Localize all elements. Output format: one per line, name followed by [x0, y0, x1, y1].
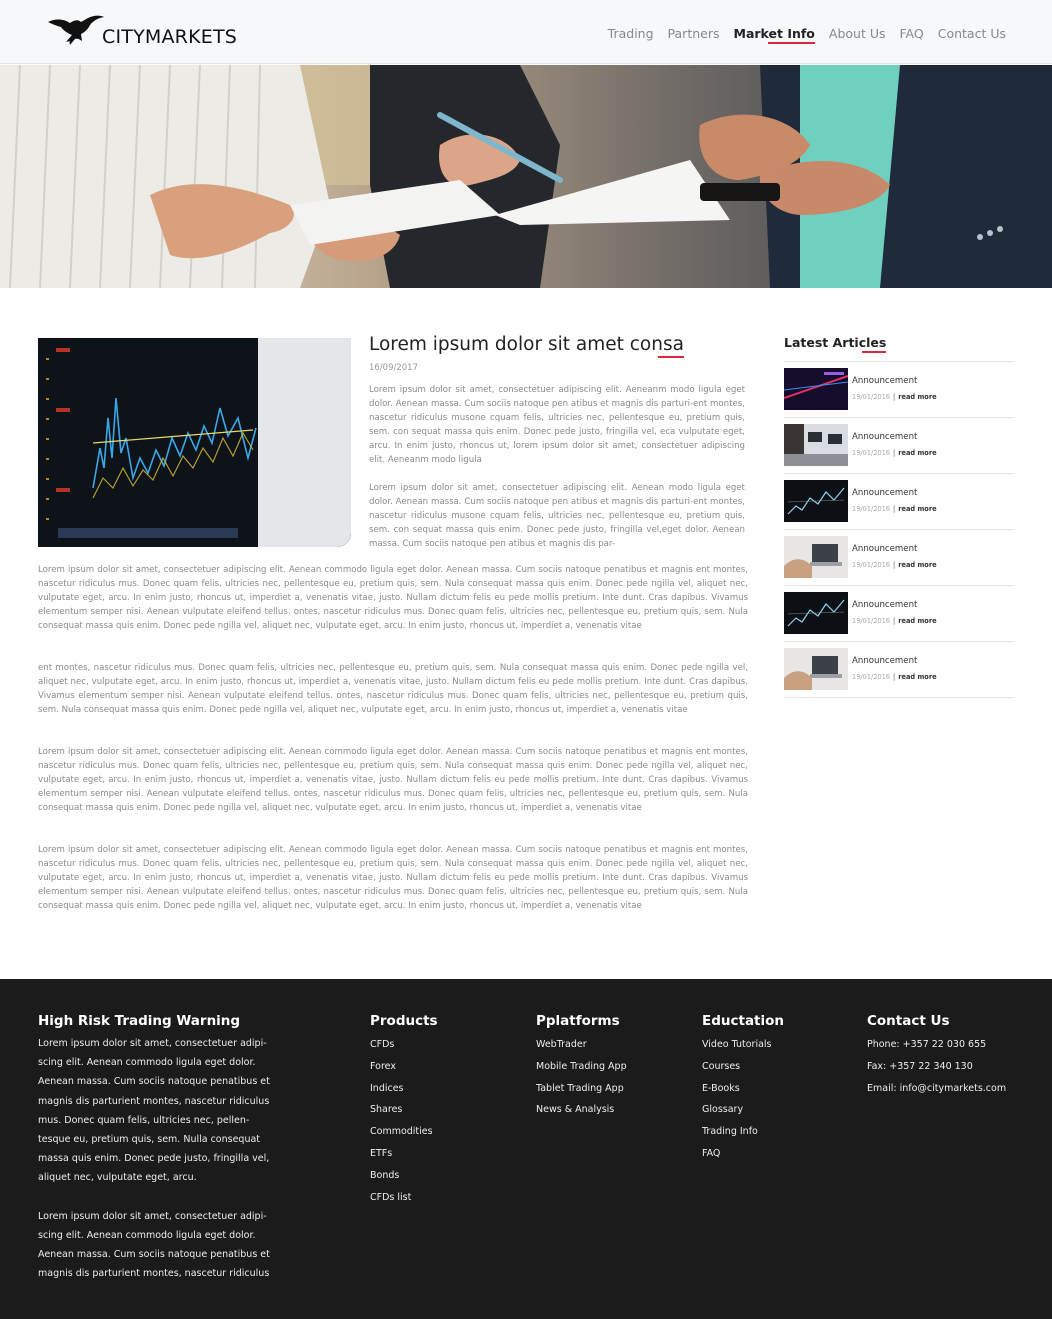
logo-text: CITYMARKETS: [102, 26, 238, 48]
footer-link-bonds[interactable]: Bonds: [370, 1165, 438, 1187]
footer-link-commodities[interactable]: Commodities: [370, 1121, 438, 1143]
read-more-link[interactable]: read more: [898, 617, 936, 625]
site-footer: High Risk Trading Warning Lorem ipsum do…: [0, 979, 1052, 1319]
footer-link-news-analysis[interactable]: News & Analysis: [536, 1099, 627, 1121]
footer-warning-column: High Risk Trading Warning Lorem ipsum do…: [38, 1013, 270, 1283]
read-more-link[interactable]: read more: [898, 505, 936, 513]
article-thumbnail: [784, 592, 848, 634]
nav-market-info[interactable]: Market Info: [734, 26, 816, 44]
footer-warning-paragraph-1: Lorem ipsum dolor sit amet, consectetuer…: [38, 1038, 270, 1184]
article-label: Announcement: [852, 432, 918, 442]
article-meta: 19/01/2016 | read more: [852, 673, 937, 681]
footer-link-cfds-list[interactable]: CFDs list: [370, 1187, 438, 1209]
article-intro-paragraph-2: Lorem ipsum dolor sit amet, consectetuer…: [369, 483, 745, 549]
footer-platforms-column: Pplatforms WebTrader Mobile Trading App …: [536, 1013, 627, 1121]
sidebar-article-item[interactable]: Announcement 19/01/2016 | read more: [784, 530, 1014, 586]
read-more-link[interactable]: read more: [898, 561, 936, 569]
sidebar-title-accent-underline: [862, 351, 887, 353]
footer-email[interactable]: Email: info@citymarkets.com: [867, 1078, 1006, 1100]
sidebar-divider: [784, 697, 1014, 698]
footer-link-tablet-app[interactable]: Tablet Trading App: [536, 1078, 627, 1100]
footer-link-etfs[interactable]: ETFs: [370, 1143, 438, 1165]
article-body-paragraph-1: Lorem ipsum dolor sit amet, consectetuer…: [38, 565, 748, 631]
footer-fax: Fax: +357 22 340 130: [867, 1060, 973, 1072]
footer-link-video-tutorials[interactable]: Video Tutorials: [702, 1034, 784, 1056]
article-body-paragraph-3: Lorem ipsum dolor sit amet, consectetuer…: [38, 747, 748, 813]
article-thumbnail: [784, 480, 848, 522]
footer-link-faq[interactable]: FAQ: [702, 1143, 784, 1165]
footer-link-trading-info[interactable]: Trading Info: [702, 1121, 784, 1143]
read-more-link[interactable]: read more: [898, 449, 936, 457]
article-meta: 19/01/2016 | read more: [852, 505, 937, 513]
sidebar-article-item[interactable]: Announcement 19/01/2016 | read more: [784, 418, 1014, 474]
read-more-link[interactable]: read more: [898, 673, 936, 681]
footer-link-shares[interactable]: Shares: [370, 1099, 438, 1121]
footer-phone[interactable]: Phone: +357 22 030 655: [867, 1034, 1006, 1056]
footer-link-indices[interactable]: Indices: [370, 1078, 438, 1100]
article-body-paragraph-4: Lorem ipsum dolor sit amet, consectetuer…: [38, 845, 748, 911]
nav-trading[interactable]: Trading: [608, 26, 654, 41]
article-image: [38, 338, 351, 547]
footer-link-forex[interactable]: Forex: [370, 1056, 438, 1078]
sidebar-article-item[interactable]: Announcement 19/01/2016 | read more: [784, 362, 1014, 418]
footer-link-glossary[interactable]: Glossary: [702, 1099, 784, 1121]
footer-warning-title: High Risk Trading Warning: [38, 1013, 241, 1029]
footer-education-title: Eductation: [702, 1013, 785, 1029]
latest-articles-title: Latest Articles: [784, 335, 887, 353]
footer-link-webtrader[interactable]: WebTrader: [536, 1034, 627, 1056]
nav-faq[interactable]: FAQ: [900, 26, 924, 41]
footer-warning-paragraph-2: Lorem ipsum dolor sit amet, consectetuer…: [38, 1210, 270, 1280]
article-label: Announcement: [852, 376, 918, 386]
footer-platforms-title: Pplatforms: [536, 1013, 620, 1029]
article-thumbnail: [784, 424, 848, 466]
footer-link-cfds[interactable]: CFDs: [370, 1034, 438, 1056]
article-label: Announcement: [852, 488, 918, 498]
article-thumbnail: [784, 368, 848, 410]
article-meta: 19/01/2016 | read more: [852, 561, 937, 569]
main-nav: Trading Partners Market Info About Us FA…: [608, 26, 1006, 44]
article-date: 16/09/2017: [369, 363, 418, 373]
footer-products-title: Products: [370, 1013, 438, 1029]
nav-contact-us[interactable]: Contact Us: [938, 26, 1006, 41]
sidebar-article-item[interactable]: Announcement 19/01/2016 | read more: [784, 642, 1014, 698]
article-title: Lorem ipsum dolor sit amet consa: [369, 334, 684, 358]
footer-link-mobile-app[interactable]: Mobile Trading App: [536, 1056, 627, 1078]
footer-contact-title: Contact Us: [867, 1013, 950, 1029]
article-body-paragraph-2: ent montes, nascetur ridiculus mus. Done…: [38, 663, 748, 715]
article-meta: 19/01/2016 | read more: [852, 393, 937, 401]
title-accent-underline: [657, 356, 684, 358]
footer-contact-column: Contact Us Phone: +357 22 030 655 Fax: +…: [867, 1013, 1006, 1099]
eagle-icon: [48, 15, 104, 45]
article-label: Announcement: [852, 600, 918, 610]
article-thumbnail: [784, 536, 848, 578]
nav-about-us[interactable]: About Us: [829, 26, 886, 41]
footer-products-column: Products CFDs Forex Indices Shares Commo…: [370, 1013, 438, 1208]
article-label: Announcement: [852, 544, 918, 554]
article-label: Announcement: [852, 656, 918, 666]
sidebar-article-item[interactable]: Announcement 19/01/2016 | read more: [784, 586, 1014, 642]
footer-link-courses[interactable]: Courses: [702, 1056, 784, 1078]
logo[interactable]: CITYMARKETS: [48, 12, 237, 50]
article-intro-paragraph-1: Lorem ipsum dolor sit amet, consectetuer…: [369, 385, 745, 465]
article-meta: 19/01/2016 | read more: [852, 449, 937, 457]
nav-partners[interactable]: Partners: [668, 26, 720, 41]
read-more-link[interactable]: read more: [898, 393, 936, 401]
footer-education-column: Eductation Video Tutorials Courses E-Boo…: [702, 1013, 784, 1165]
sidebar-article-item[interactable]: Announcement 19/01/2016 | read more: [784, 474, 1014, 530]
hero-image: [0, 65, 1052, 288]
site-header: CITYMARKETS Trading Partners Market Info…: [0, 0, 1052, 64]
article-meta: 19/01/2016 | read more: [852, 617, 937, 625]
footer-link-ebooks[interactable]: E-Books: [702, 1078, 784, 1100]
article-thumbnail: [784, 648, 848, 690]
